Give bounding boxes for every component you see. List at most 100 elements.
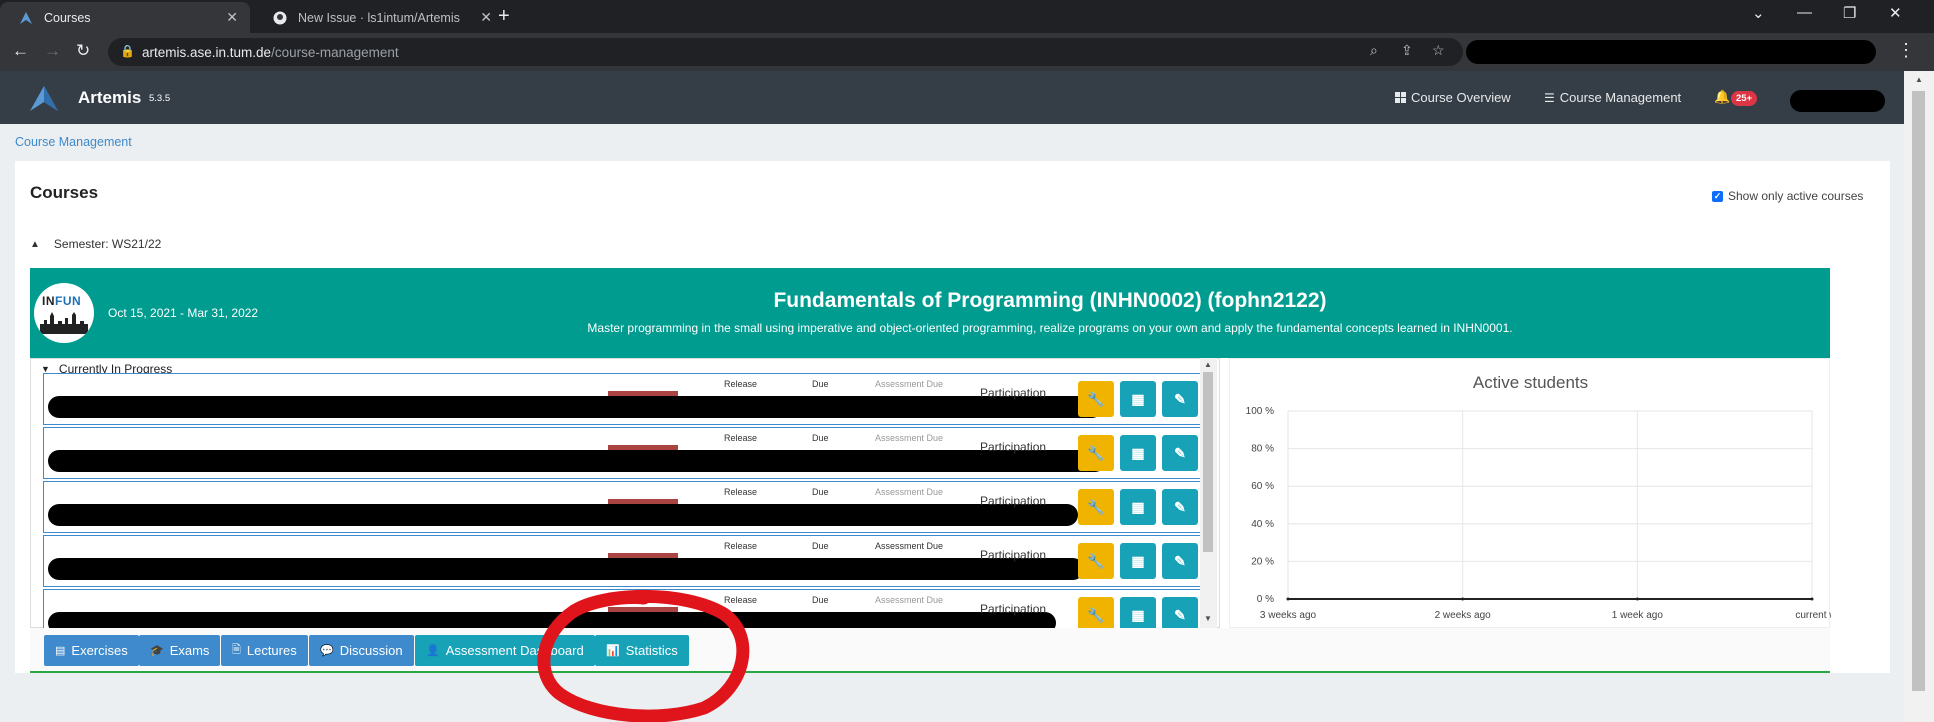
scroll-down-icon[interactable]: ▼ — [1204, 614, 1212, 623]
scroll-up-icon[interactable]: ▲ — [1915, 75, 1923, 84]
lectures-button[interactable]: 🗎 Lectures — [221, 635, 308, 666]
close-tab-icon[interactable]: ✕ — [226, 9, 238, 26]
assessment-due-label: Assessment Due — [875, 595, 944, 605]
checkbox-checked-icon[interactable]: ✓ — [1712, 190, 1723, 202]
exercise-list-scrollbar[interactable]: ▲ ▼ — [1200, 358, 1217, 628]
exercise-progress-bar — [608, 499, 678, 504]
close-tab-icon[interactable]: ✕ — [480, 9, 492, 26]
show-active-courses-toggle[interactable]: ✓ Show only active courses — [1712, 189, 1863, 203]
redacted-user-menu[interactable] — [1790, 90, 1885, 112]
graduation-cap-icon: 🎓 — [150, 645, 164, 657]
scroll-up-icon[interactable]: ▲ — [1204, 360, 1212, 369]
y-tick-label: 40 % — [1251, 519, 1274, 530]
minimize-icon[interactable]: — — [1797, 4, 1812, 21]
notification-badge[interactable]: 25+ — [1731, 91, 1758, 106]
button-label: Discussion — [339, 643, 403, 658]
scores-table-button[interactable]: ▦ — [1120, 435, 1156, 471]
data-point — [1461, 597, 1465, 601]
app-version: 5.3.5 — [149, 93, 171, 104]
assess-exercise-button[interactable]: ✎ — [1162, 381, 1198, 417]
exercise-row[interactable]: Release Due Assessment Due Participation 🔧 ▦ ✎ — [43, 535, 1203, 587]
brand-name[interactable]: Artemis — [78, 88, 141, 108]
tab-title: New Issue · ls1intum/Artemis — [298, 10, 460, 25]
scrollbar-thumb[interactable] — [1912, 91, 1925, 691]
due-label: Due — [812, 595, 829, 605]
participation-label: Participation — [980, 548, 1047, 562]
page-title: Courses — [30, 183, 99, 202]
due-label: Due — [812, 487, 829, 497]
page-scrollbar[interactable]: ▲ — [1904, 71, 1934, 722]
data-point — [1635, 597, 1639, 601]
discussion-button[interactable]: 💬 Discussion — [309, 635, 414, 666]
assessment-due-label: Assessment Due — [875, 541, 944, 551]
new-tab-icon[interactable]: + — [498, 5, 510, 28]
semester-group-header[interactable]: ▲ Semester: WS21/22 — [30, 237, 161, 251]
scrollbar-thumb[interactable] — [1203, 372, 1213, 552]
nav-label: Course Overview — [1411, 90, 1511, 105]
tab-new-issue[interactable]: New Issue · ls1intum/Artemis ✕ — [254, 2, 504, 33]
button-label: Exams — [169, 643, 210, 658]
edit-exercise-wrench-button[interactable]: 🔧 — [1078, 381, 1114, 417]
share-icon[interactable]: ⇪ — [1401, 42, 1413, 59]
assess-exercise-button[interactable]: ✎ — [1162, 543, 1198, 579]
due-label: Due — [812, 433, 829, 443]
x-tick-label: 1 week ago — [1612, 610, 1664, 621]
artemis-logo-icon[interactable] — [28, 84, 60, 112]
tab-title: Courses — [44, 10, 91, 25]
y-tick-label: 0 % — [1257, 594, 1274, 605]
list-icon: ☰ — [1544, 90, 1555, 105]
release-label: Release — [724, 433, 758, 443]
y-tick-label: 80 % — [1251, 444, 1274, 455]
nav-course-management[interactable]: ☰ Course Management — [1544, 90, 1681, 105]
exercise-row[interactable]: Release Due Assessment Due Participation 🔧 ▦ ✎ — [43, 427, 1203, 479]
browser-menu-icon[interactable]: ⋮ — [1897, 40, 1915, 61]
exercise-row[interactable]: Release Due Assessment Due Participation 🔧 ▦ ✎ — [43, 373, 1203, 425]
edit-exercise-wrench-button[interactable]: 🔧 — [1078, 435, 1114, 471]
github-favicon-icon — [272, 10, 288, 26]
exercise-row[interactable]: Release Due Assessment Due Participation 🔧 ▦ ✎ — [43, 481, 1203, 533]
participation-label: Participation — [980, 440, 1047, 454]
exercises-button[interactable]: ▤ Exercises — [44, 635, 139, 666]
nav-course-overview[interactable]: Course Overview — [1395, 90, 1511, 105]
app-navbar: Artemis 5.3.5 Course Overview ☰ Course M… — [0, 71, 1904, 124]
active-students-chart: Active students 100 % 80 % 60 % 40 % 20 % 0 %… — [1229, 358, 1831, 628]
forward-icon[interactable]: → — [44, 41, 61, 61]
browser-tab-strip: Courses ✕ New Issue · ls1intum/Artemis ✕… — [0, 0, 1934, 33]
reload-icon[interactable]: ↻ — [76, 41, 90, 61]
comments-icon: 💬 — [320, 645, 334, 657]
y-tick-label: 20 % — [1251, 556, 1274, 567]
x-tick-label: current week — [1795, 610, 1831, 621]
zoom-icon[interactable]: ⌕ — [1370, 42, 1378, 59]
toggle-label: Show only active courses — [1728, 189, 1864, 203]
restore-icon[interactable]: ❐ — [1843, 4, 1856, 22]
chevron-up-icon[interactable]: ▲ — [30, 239, 40, 250]
tab-search-icon[interactable]: ⌄ — [1752, 4, 1765, 22]
tab-courses[interactable]: Courses ✕ — [0, 2, 250, 33]
edit-exercise-wrench-button[interactable]: 🔧 — [1078, 489, 1114, 525]
scores-table-button[interactable]: ▦ — [1120, 543, 1156, 579]
back-icon[interactable]: ← — [12, 41, 29, 61]
course-description: Master programming in the small using im… — [587, 321, 1513, 335]
list-icon: ▤ — [55, 645, 66, 657]
address-bar[interactable]: 🔒 artemis.ase.in.tum.de/course-managemen… — [108, 38, 1463, 66]
assess-exercise-button[interactable]: ✎ — [1162, 489, 1198, 525]
scores-table-button[interactable]: ▦ — [1120, 381, 1156, 417]
data-point — [1286, 597, 1290, 601]
edit-exercise-wrench-button[interactable]: 🔧 — [1078, 543, 1114, 579]
exercise-progress-bar — [608, 391, 678, 396]
participation-label: Participation — [980, 386, 1047, 400]
button-label: Lectures — [246, 643, 297, 658]
course-title[interactable]: Fundamentals of Programming (INHN0002) (… — [30, 289, 1830, 313]
bookmark-star-icon[interactable]: ☆ — [1432, 42, 1445, 59]
assessment-due-label: Assessment Due — [875, 379, 944, 389]
button-label: Exercises — [71, 643, 128, 658]
close-window-icon[interactable]: ✕ — [1889, 4, 1902, 22]
course-header[interactable]: INFUN Oct 15, 2021 - Mar 31, 2022 Fundam… — [30, 268, 1830, 358]
lock-icon: 🔒 — [120, 44, 135, 58]
document-icon: 🗎 — [232, 644, 241, 656]
assess-exercise-button[interactable]: ✎ — [1162, 435, 1198, 471]
scores-table-button[interactable]: ▦ — [1120, 489, 1156, 525]
breadcrumb[interactable]: Course Management — [15, 135, 132, 149]
bell-icon[interactable]: 🔔 — [1714, 89, 1730, 105]
exams-button[interactable]: 🎓 Exams — [139, 635, 221, 666]
